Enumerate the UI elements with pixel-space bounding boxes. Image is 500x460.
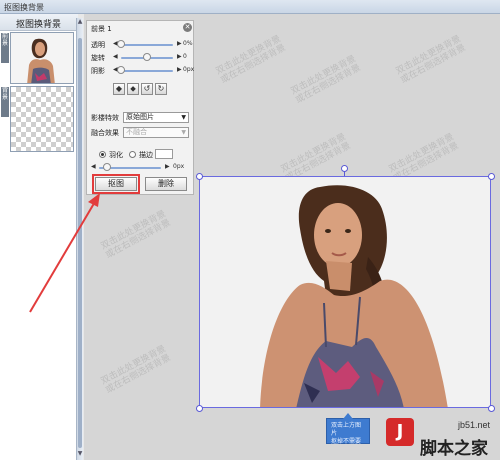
foreground-image[interactable] (199, 176, 491, 408)
resize-handle-bottom-left[interactable] (196, 405, 203, 412)
tooltip-line: 抠掉不需要 (331, 438, 362, 445)
site-watermark: J jb51.net 脚本之家 (372, 418, 500, 460)
brand-logo: J (386, 418, 414, 446)
brand-url: jb51.net (458, 420, 491, 430)
hint-tooltip: 双击上方图片 抠掉不需要 (326, 413, 370, 445)
brand-name: 脚本之家 (420, 439, 488, 459)
rotate-handle[interactable] (341, 165, 348, 172)
resize-handle-top-right[interactable] (488, 173, 495, 180)
resize-handle-bottom-right[interactable] (488, 405, 495, 412)
tooltip-line: 双击上方图片 (331, 422, 362, 437)
resize-handle-top-left[interactable] (196, 173, 203, 180)
